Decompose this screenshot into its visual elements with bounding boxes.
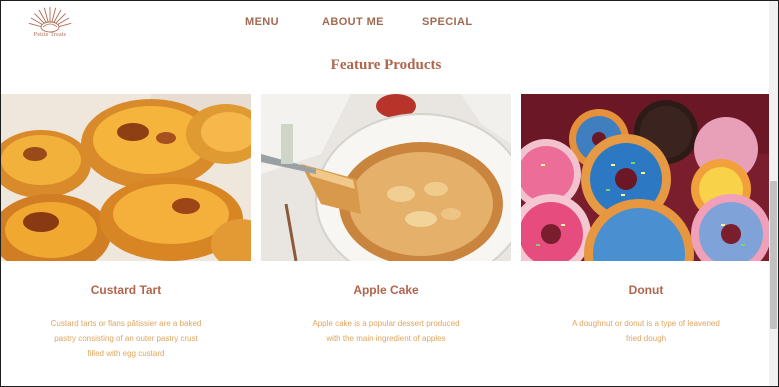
- brand-logo[interactable]: Petite Treats: [25, 5, 75, 45]
- nav-item-menu[interactable]: MENU: [245, 16, 279, 28]
- vertical-scrollbar[interactable]: [769, 1, 778, 386]
- brand-name: Petite Treats: [33, 32, 67, 38]
- product-description: Apple cake is a popular dessert produced…: [312, 319, 460, 343]
- sunburst-icon: [28, 7, 72, 33]
- product-description: Custard tarts or flans pâtissier are a b…: [50, 319, 202, 358]
- nav-item-about[interactable]: ABOUT ME: [322, 16, 384, 28]
- nav-item-special[interactable]: SPECIAL: [422, 16, 472, 28]
- apple-cake-photo: [261, 94, 511, 261]
- custard-tarts-photo: [1, 94, 251, 261]
- product-title: Donut: [628, 283, 664, 297]
- product-title: Custard Tart: [90, 283, 162, 297]
- donuts-photo: [521, 94, 771, 261]
- section-title: Feature Products: [330, 57, 442, 73]
- page: Petite Treats MENU ABOUT ME SPECIAL Feat…: [0, 0, 779, 387]
- product-description: A doughnut or donut is a type of leavene…: [572, 319, 720, 343]
- scrollbar-thumb[interactable]: [770, 181, 777, 329]
- product-title: Apple Cake: [353, 283, 419, 297]
